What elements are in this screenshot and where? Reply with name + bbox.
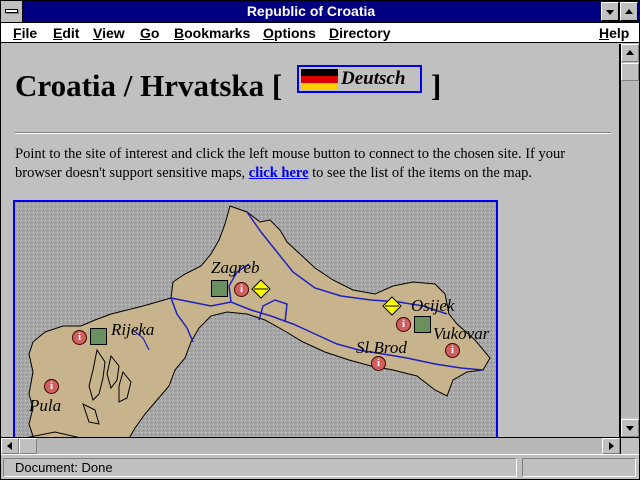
minimize-button[interactable] <box>601 2 619 21</box>
scroll-right-button[interactable] <box>602 438 620 454</box>
arrow-right-icon <box>609 442 614 450</box>
menu-help[interactable]: Help <box>599 24 629 42</box>
scroll-left-button[interactable] <box>1 438 19 454</box>
vukovar-info-icon[interactable]: i <box>445 343 460 358</box>
vertical-scroll-track[interactable] <box>621 81 639 417</box>
menu-file[interactable]: File <box>13 24 37 42</box>
city-label-rijeka[interactable]: Rijeka <box>111 320 154 340</box>
osijek-site-icon[interactable] <box>414 316 431 333</box>
menu-view[interactable]: View <box>93 24 125 42</box>
intro-text-end: to see the list of the items on the map. <box>312 165 533 181</box>
menu-go[interactable]: Go <box>140 24 159 42</box>
minimize-icon <box>606 10 614 15</box>
city-label-pula[interactable]: Pula <box>29 396 61 416</box>
click-here-link[interactable]: click here <box>249 165 309 181</box>
pula-info-icon[interactable]: i <box>44 379 59 394</box>
city-label-osijek[interactable]: Osijek <box>411 296 454 316</box>
osijek-link-icon[interactable] <box>382 296 402 316</box>
progress-indicator <box>522 458 636 477</box>
german-flag-icon <box>301 69 338 90</box>
menu-bookmarks[interactable]: Bookmarks <box>174 24 250 42</box>
window-title: Republic of Croatia <box>246 3 376 19</box>
arrow-left-icon <box>7 442 12 450</box>
maximize-button[interactable] <box>620 2 638 21</box>
maximize-icon <box>625 9 633 14</box>
arrow-down-icon <box>626 426 634 431</box>
rijeka-site-icon[interactable] <box>90 328 107 345</box>
horizontal-scroll-thumb[interactable] <box>19 438 37 454</box>
browser-window: Republic of Croatia File Edit View Go Bo… <box>0 0 640 480</box>
deutsch-language-link[interactable]: Deutsch <box>297 65 422 93</box>
system-menu-icon <box>5 9 18 13</box>
horizontal-scrollbar[interactable] <box>1 437 620 454</box>
title-bar[interactable]: Republic of Croatia <box>1 1 639 23</box>
status-bar: Document: Done <box>1 454 639 479</box>
title-close-bracket: ] <box>431 68 442 103</box>
system-menu-button[interactable] <box>1 1 23 22</box>
osijek-info-icon[interactable]: i <box>396 317 411 332</box>
menu-bar: File Edit View Go Bookmarks Options Dire… <box>1 23 639 43</box>
scroll-up-button[interactable] <box>621 44 639 62</box>
croatia-image-map[interactable]: Zagreb i Rijeka i i Pula Osijek i Vukova… <box>13 200 498 437</box>
rijeka-info-icon[interactable]: i <box>72 330 87 345</box>
menu-directory[interactable]: Directory <box>329 24 390 42</box>
intro-paragraph: Point to the site of interest and click … <box>15 145 611 183</box>
zagreb-info-icon[interactable]: i <box>234 282 249 297</box>
menu-edit[interactable]: Edit <box>53 24 79 42</box>
arrow-up-icon <box>626 50 634 55</box>
scrollbar-corner <box>620 437 639 454</box>
status-text: Document: Done <box>3 458 517 477</box>
scroll-down-button[interactable] <box>621 419 639 437</box>
city-label-vukovar[interactable]: Vukovar <box>433 324 489 344</box>
city-label-zagreb[interactable]: Zagreb <box>211 258 260 278</box>
slavonski-brod-info-icon[interactable]: i <box>371 356 386 371</box>
vertical-scrollbar[interactable] <box>620 44 639 437</box>
city-label-slavonski-brod[interactable]: Sl.Brod <box>356 338 407 358</box>
page-title: Croatia / Hrvatska [ <box>15 68 283 103</box>
menu-options[interactable]: Options <box>263 24 316 42</box>
page-content: Croatia / Hrvatska [ Deutsch ] Point to … <box>1 44 620 437</box>
horizontal-rule <box>15 132 611 134</box>
deutsch-link-label: Deutsch <box>341 68 406 89</box>
zagreb-site-icon[interactable] <box>211 280 228 297</box>
zagreb-link-icon[interactable] <box>251 279 271 299</box>
vertical-scroll-thumb[interactable] <box>621 63 639 81</box>
